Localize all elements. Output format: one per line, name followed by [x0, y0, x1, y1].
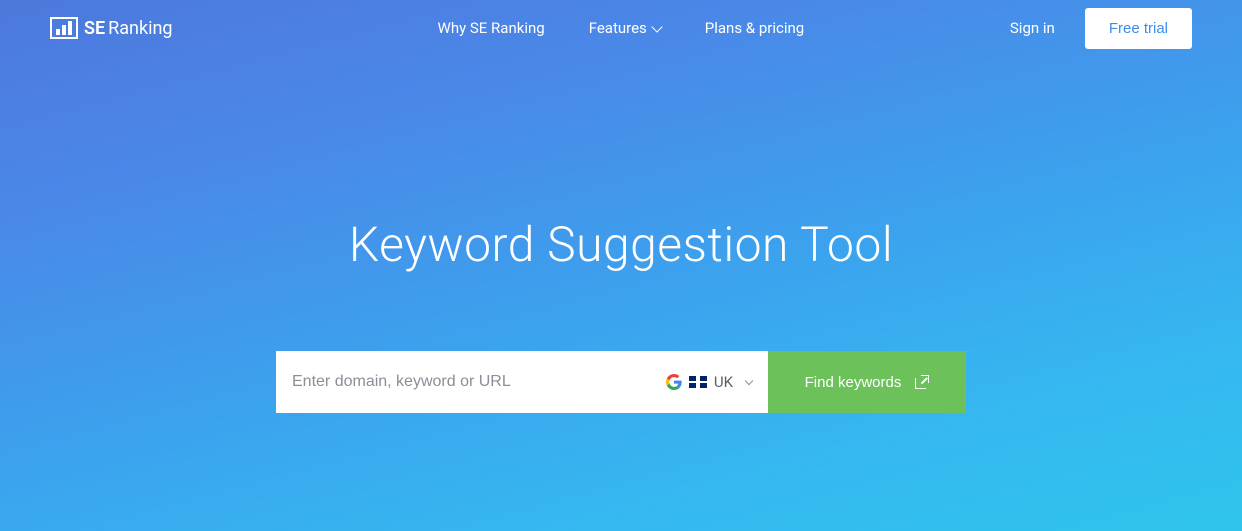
region-selector[interactable]: UK [654, 373, 752, 391]
header-right: Sign in Free trial [1010, 8, 1192, 49]
nav-features[interactable]: Features [589, 19, 661, 37]
find-keywords-button[interactable]: Find keywords [768, 351, 966, 413]
chevron-down-icon [651, 21, 662, 32]
nav-why-label: Why SE Ranking [438, 19, 545, 37]
chevron-down-icon [745, 376, 753, 384]
main-nav: Why SE Ranking Features Plans & pricing [438, 19, 805, 37]
bar-chart-icon [50, 17, 78, 39]
free-trial-button[interactable]: Free trial [1085, 8, 1192, 49]
uk-flag-icon [689, 376, 707, 388]
brand-prefix: SE [84, 18, 105, 39]
header: SE Ranking Why SE Ranking Features Plans… [0, 0, 1242, 56]
nav-plans-label: Plans & pricing [705, 19, 804, 37]
brand-suffix: Ranking [108, 18, 172, 39]
external-link-icon [915, 375, 929, 389]
page-title: Keyword Suggestion Tool [0, 216, 1242, 273]
signin-link[interactable]: Sign in [1010, 19, 1055, 37]
brand-logo[interactable]: SE Ranking [50, 17, 173, 39]
search-input-wrap: UK [276, 351, 768, 413]
find-button-label: Find keywords [805, 374, 902, 391]
google-icon [666, 374, 682, 390]
search-input[interactable] [292, 373, 654, 391]
nav-why[interactable]: Why SE Ranking [438, 19, 545, 37]
nav-plans[interactable]: Plans & pricing [705, 19, 804, 37]
region-label: UK [714, 373, 733, 391]
nav-features-label: Features [589, 19, 647, 37]
search-bar: UK Find keywords [276, 351, 966, 413]
